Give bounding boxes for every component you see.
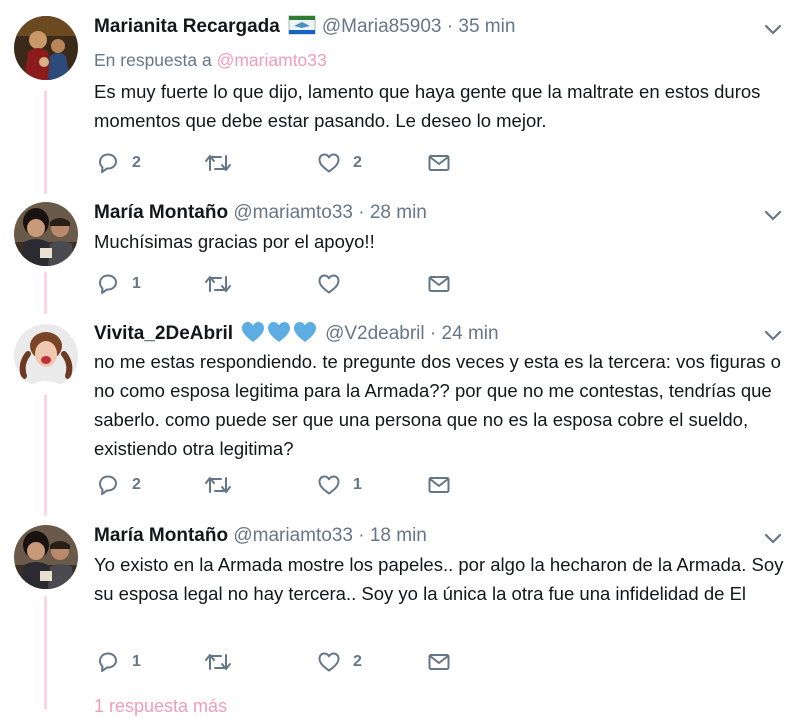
reply-count: 1 (132, 653, 141, 670)
user-handle[interactable]: @mariamto33 (233, 202, 353, 223)
like-count: 2 (353, 154, 362, 171)
user-handle[interactable]: @V2deabril (325, 323, 425, 344)
display-name[interactable]: Marianita Recargada (94, 16, 280, 37)
separator-dot: · (429, 323, 437, 344)
tweet-header: Marianita Recargada @Maria85903 · 35 min (94, 14, 515, 43)
retweet-icon (205, 654, 231, 670)
reply-to-link[interactable]: @mariamto33 (217, 50, 327, 70)
reply-icon (99, 475, 117, 495)
avatar[interactable] (14, 525, 78, 589)
tweet-text: Yo existo en la Armada mostre los papele… (94, 554, 784, 604)
avatar[interactable] (14, 324, 78, 388)
reply-icon (99, 274, 117, 294)
message-button[interactable] (427, 271, 451, 297)
like-count: 2 (353, 653, 362, 670)
reply-icon (99, 652, 117, 672)
user-handle[interactable]: @mariamto33 (233, 525, 353, 546)
tweet-text: Es muy fuerte lo que dijo, lamento que h… (94, 81, 761, 131)
reply-prefix: En respuesta a (94, 50, 212, 70)
retweet-icon (205, 155, 231, 171)
user-handle[interactable]: @Maria85903 (322, 16, 442, 37)
separator-dot: · (358, 202, 365, 223)
more-replies-link[interactable]: 1 respuesta más (94, 694, 227, 718)
like-icon (318, 274, 340, 294)
like-button[interactable]: 2 (317, 150, 362, 176)
retweet-icon (205, 276, 231, 292)
flag-emoji-icon (288, 15, 316, 43)
chevron-down-icon[interactable] (762, 527, 784, 549)
timestamp[interactable]: 24 min (442, 323, 499, 344)
retweet-button[interactable] (204, 649, 232, 675)
blue-heart-icon (241, 320, 319, 344)
chevron-down-icon[interactable] (762, 324, 784, 346)
avatar[interactable] (14, 202, 78, 266)
avatar[interactable] (14, 16, 78, 80)
chevron-down-icon[interactable] (762, 18, 784, 40)
reply-button[interactable]: 2 (96, 472, 141, 498)
tweet[interactable]: Marianita Recargada @Maria85903 · 35 min … (0, 0, 810, 200)
retweet-button[interactable] (204, 271, 232, 297)
tweet[interactable]: María Montaño @mariamto33 · 28 min Muchí… (0, 200, 810, 312)
reply-context: En respuesta a @mariamto33 (94, 48, 327, 72)
message-icon (428, 654, 450, 670)
chevron-down-icon[interactable] (762, 204, 784, 226)
tweet-text: no me estas respondiendo. te pregunte do… (94, 351, 781, 459)
retweet-button[interactable] (204, 472, 232, 498)
tweet-text: Muchísimas gracias por el apoyo!! (94, 231, 375, 252)
separator-dot: · (358, 525, 365, 546)
like-button[interactable]: 2 (317, 649, 362, 675)
tweet-header: María Montaño @mariamto33 · 18 min (94, 523, 427, 549)
like-icon (318, 153, 340, 173)
tweet[interactable]: María Montaño @mariamto33 · 18 min Yo ex… (0, 523, 810, 683)
reply-button[interactable]: 1 (96, 649, 141, 675)
separator-dot: · (446, 16, 454, 37)
reply-button[interactable]: 2 (96, 150, 141, 176)
display-name[interactable]: María Montaño (94, 525, 228, 546)
retweet-button[interactable] (204, 150, 232, 176)
message-button[interactable] (427, 649, 451, 675)
reply-count: 2 (132, 154, 141, 171)
reply-count: 2 (132, 476, 141, 493)
tweet-header: María Montaño @mariamto33 · 28 min (94, 200, 427, 226)
like-button[interactable]: 1 (317, 472, 362, 498)
message-icon (428, 155, 450, 171)
timestamp[interactable]: 35 min (458, 16, 515, 37)
timestamp[interactable]: 28 min (370, 202, 427, 223)
message-button[interactable] (427, 150, 451, 176)
reply-button[interactable]: 1 (96, 271, 141, 297)
message-icon (428, 477, 450, 493)
like-icon (318, 652, 340, 672)
like-icon (318, 475, 340, 495)
message-button[interactable] (427, 472, 451, 498)
display-name[interactable]: María Montaño (94, 202, 228, 223)
reply-count: 1 (132, 275, 141, 292)
message-icon (428, 276, 450, 292)
retweet-icon (205, 477, 231, 493)
timestamp[interactable]: 18 min (370, 525, 427, 546)
like-count: 1 (353, 476, 362, 493)
tweet-header: Vivita_2DeAbril @V2deabril · 24 min (94, 320, 499, 347)
reply-icon (99, 153, 117, 173)
tweet[interactable]: Vivita_2DeAbril @V2deabril · 24 min no me… (0, 320, 810, 515)
like-button[interactable] (317, 271, 341, 297)
display-name[interactable]: Vivita_2DeAbril (94, 323, 233, 344)
